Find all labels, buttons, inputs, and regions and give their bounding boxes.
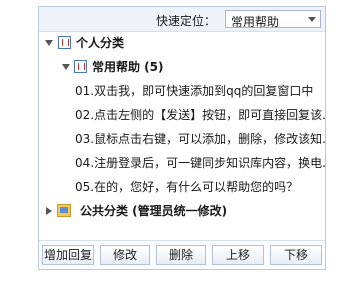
reply-item-text: 02.点击左侧的【发送】按钮，即可直接回复该... — [75, 108, 325, 122]
delete-button[interactable]: 删除 — [156, 245, 206, 265]
tree-node-common-help-label: 常用帮助 (5) — [92, 60, 164, 74]
reply-item[interactable]: 05.在的，您好，有什么可以帮助您的吗？ — [75, 177, 325, 197]
add-reply-button[interactable]: 增加回复 — [42, 245, 94, 265]
reply-item[interactable]: 01.双击我，即可快速添加到qq的回复窗口中 — [75, 81, 325, 101]
folder-icon — [57, 204, 71, 217]
quick-reply-panel: 快速定位： 常用帮助 个人分类 常用帮助 (5) 01.双击我，即可快速添加到q… — [38, 6, 326, 270]
tree-node-public-label: 公共分类 (管理员统一修改) — [80, 204, 228, 218]
button-bar: 增加回复 修改 删除 上移 下移 — [39, 240, 325, 269]
reply-item[interactable]: 02.点击左侧的【发送】按钮，即可直接回复该... — [75, 105, 325, 125]
move-up-button[interactable]: 上移 — [212, 245, 264, 265]
quick-locate-label: 快速定位： — [156, 14, 217, 28]
tree-node-common-help[interactable]: 常用帮助 (5) — [61, 57, 321, 77]
quick-locate-bar: 快速定位： 常用帮助 — [39, 7, 325, 32]
quick-locate-select[interactable]: 常用帮助 — [225, 10, 321, 29]
reply-item-text: 01.双击我，即可快速添加到qq的回复窗口中 — [75, 84, 314, 98]
expand-triangle-icon[interactable] — [45, 40, 53, 46]
book-icon — [74, 60, 87, 73]
reply-item[interactable]: 04.注册登录后，可一键同步知识库内容，换电... — [75, 153, 325, 173]
move-down-button[interactable]: 下移 — [270, 245, 322, 265]
reply-item-text: 05.在的，您好，有什么可以帮助您的吗？ — [75, 180, 299, 194]
reply-item[interactable]: 03.鼠标点击右键，可以添加，删除，修改该知... — [75, 129, 325, 149]
reply-item-text: 04.注册登录后，可一键同步知识库内容，换电... — [75, 156, 325, 170]
collapse-triangle-icon[interactable] — [46, 207, 52, 215]
expand-triangle-icon[interactable] — [62, 64, 70, 70]
edit-button[interactable]: 修改 — [100, 245, 150, 265]
chevron-down-icon — [308, 17, 316, 22]
tree-node-public[interactable]: 公共分类 (管理员统一修改) — [43, 201, 323, 221]
book-icon — [58, 36, 71, 49]
quick-locate-value: 常用帮助 — [231, 15, 280, 29]
reply-item-text: 03.鼠标点击右键，可以添加，删除，修改该知... — [75, 132, 325, 146]
tree-node-personal[interactable]: 个人分类 — [43, 33, 323, 53]
tree-node-personal-label: 个人分类 — [76, 36, 125, 50]
